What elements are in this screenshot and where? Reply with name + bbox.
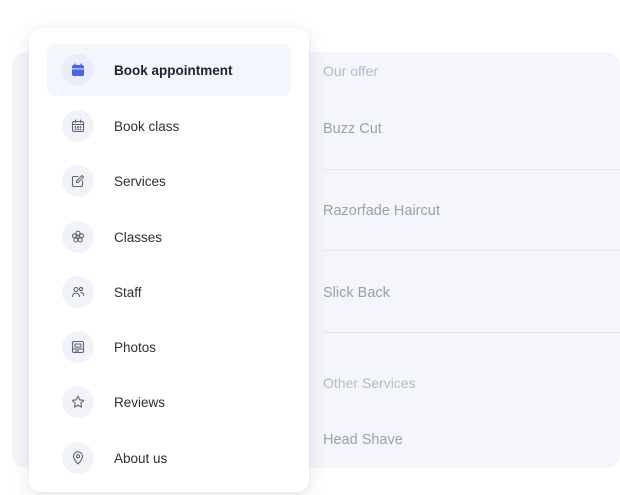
menu-item-staff[interactable]: Staff — [47, 266, 291, 318]
offer-divider — [323, 332, 620, 333]
menu-item-book-class[interactable]: Book class — [47, 100, 291, 152]
calendar-icon — [62, 54, 94, 86]
star-icon — [62, 386, 94, 418]
menu-item-label: Book appointment — [114, 62, 233, 78]
other-services-heading: Other Services — [323, 375, 416, 391]
menu-item-photos[interactable]: Photos — [47, 321, 291, 373]
menu-item-label: Reviews — [114, 394, 166, 410]
menu-item-book-appointment[interactable]: Book appointment — [47, 44, 291, 96]
flower-icon — [62, 221, 94, 253]
menu-item-services[interactable]: Services — [47, 155, 291, 207]
offer-item-head-shave[interactable]: Head Shave — [323, 432, 403, 448]
offer-item-razorfade-haircut[interactable]: Razorfade Haircut — [323, 203, 440, 219]
image-icon — [62, 331, 94, 363]
menu-item-label: Services — [114, 173, 166, 189]
menu-item-about-us[interactable]: About us — [47, 432, 291, 484]
people-icon — [62, 276, 94, 308]
offer-list: Our offer Buzz Cut Razorfade Haircut Sli… — [323, 52, 620, 468]
menu-item-label: Photos — [114, 339, 157, 355]
offer-item-slick-back[interactable]: Slick Back — [323, 285, 390, 301]
menu-item-label: About us — [114, 450, 168, 466]
offer-divider — [323, 169, 620, 170]
edit-icon — [62, 165, 94, 197]
offer-heading: Our offer — [323, 63, 378, 79]
offer-item-buzz-cut[interactable]: Buzz Cut — [323, 121, 382, 137]
location-pin-icon — [62, 442, 94, 474]
calendar-grid-icon — [62, 110, 94, 142]
menu-item-label: Book class — [114, 118, 180, 134]
menu-item-classes[interactable]: Classes — [47, 211, 291, 263]
menu-item-label: Staff — [114, 284, 142, 300]
menu-item-label: Classes — [114, 229, 163, 245]
menu-item-reviews[interactable]: Reviews — [47, 376, 291, 428]
navigation-menu: Book appointment Book class Services Cla… — [29, 28, 309, 492]
offer-divider — [323, 250, 620, 251]
